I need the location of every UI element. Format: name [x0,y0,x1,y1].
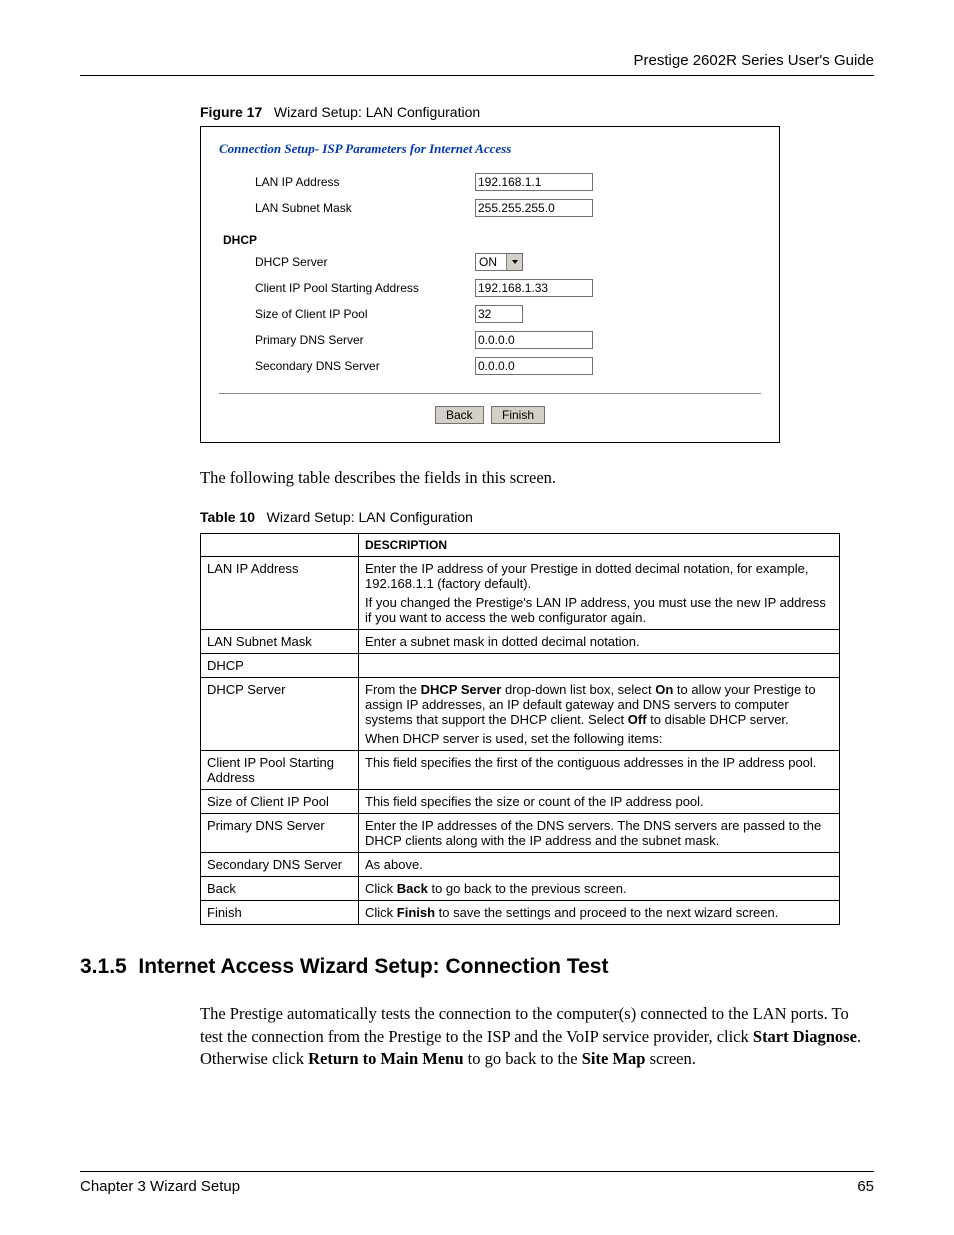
page-header: Prestige 2602R Series User's Guide [80,52,874,76]
table-row-description: Click Finish to save the settings and pr… [359,901,840,925]
table-row-label: Finish [201,901,359,925]
pri-dns-label: Primary DNS Server [255,333,475,347]
table-row-label: Primary DNS Server [201,814,359,853]
chevron-down-icon [506,254,522,270]
sec-dns-label: Secondary DNS Server [255,359,475,373]
table-row-description: Click Back to go back to the previous sc… [359,877,840,901]
table-row-description: Enter the IP addresses of the DNS server… [359,814,840,853]
section-number: 3.1.5 [80,955,127,978]
table-title: Wizard Setup: LAN Configuration [267,509,473,525]
pool-size-input[interactable] [475,305,523,323]
table-row-label: DHCP [201,654,359,678]
dhcp-server-select[interactable]: ON [475,253,523,271]
lan-ip-label: LAN IP Address [255,175,475,189]
table-label: Table 10 [200,509,255,525]
section-body: The Prestige automatically tests the con… [200,1003,874,1070]
table-row-description: From the DHCP Server drop-down list box,… [359,678,840,751]
table-row: Secondary DNS ServerAs above. [201,853,840,877]
table-row: FinishClick Finish to save the settings … [201,901,840,925]
dhcp-server-label: DHCP Server [255,255,475,269]
wizard-panel: Connection Setup- ISP Parameters for Int… [200,126,780,443]
dhcp-heading: DHCP [219,225,761,253]
section-title: Internet Access Wizard Setup: Connection… [138,955,608,978]
table-row-description: This field specifies the first of the co… [359,751,840,790]
divider [219,393,761,394]
table-row: Size of Client IP PoolThis field specifi… [201,790,840,814]
footer-left: Chapter 3 Wizard Setup [80,1178,240,1195]
table-row: Client IP Pool Starting AddressThis fiel… [201,751,840,790]
table-row-label: DHCP Server [201,678,359,751]
table-row-label: LAN IP Address [201,557,359,630]
table-header-blank [201,534,359,557]
table-row-label: Size of Client IP Pool [201,790,359,814]
table-row-description: Enter a subnet mask in dotted decimal no… [359,630,840,654]
table-row: LAN IP AddressEnter the IP address of yo… [201,557,840,630]
table-row: BackClick Back to go back to the previou… [201,877,840,901]
table-row-label: Secondary DNS Server [201,853,359,877]
table-row-label: Client IP Pool Starting Address [201,751,359,790]
page-footer: Chapter 3 Wizard Setup 65 [80,1171,874,1195]
description-table: DESCRIPTION LAN IP AddressEnter the IP a… [200,533,840,925]
table-caption: Table 10 Wizard Setup: LAN Configuration [200,509,874,525]
figure-label: Figure 17 [200,104,262,120]
finish-button[interactable]: Finish [491,406,545,424]
lead-paragraph: The following table describes the fields… [200,467,874,489]
lan-ip-input[interactable] [475,173,593,191]
sec-dns-input[interactable] [475,357,593,375]
table-row-label: Back [201,877,359,901]
table-row-description: As above. [359,853,840,877]
table-row-description [359,654,840,678]
figure-title: Wizard Setup: LAN Configuration [274,104,480,120]
pool-size-label: Size of Client IP Pool [255,307,475,321]
table-row-description: Enter the IP address of your Prestige in… [359,557,840,630]
table-row-label: LAN Subnet Mask [201,630,359,654]
table-row: LAN Subnet MaskEnter a subnet mask in do… [201,630,840,654]
table-row: DHCP ServerFrom the DHCP Server drop-dow… [201,678,840,751]
pool-start-label: Client IP Pool Starting Address [255,281,475,295]
pool-start-input[interactable] [475,279,593,297]
back-button[interactable]: Back [435,406,484,424]
dhcp-server-value: ON [476,255,506,269]
pri-dns-input[interactable] [475,331,593,349]
lan-mask-input[interactable] [475,199,593,217]
section-heading: 3.1.5 Internet Access Wizard Setup: Conn… [80,955,874,979]
table-header-description: DESCRIPTION [359,534,840,557]
table-row: DHCP [201,654,840,678]
table-row-description: This field specifies the size or count o… [359,790,840,814]
figure-caption: Figure 17 Wizard Setup: LAN Configuratio… [200,104,874,120]
wizard-panel-title: Connection Setup- ISP Parameters for Int… [219,141,761,157]
table-row: Primary DNS ServerEnter the IP addresses… [201,814,840,853]
lan-mask-label: LAN Subnet Mask [255,201,475,215]
footer-page-number: 65 [857,1178,874,1195]
